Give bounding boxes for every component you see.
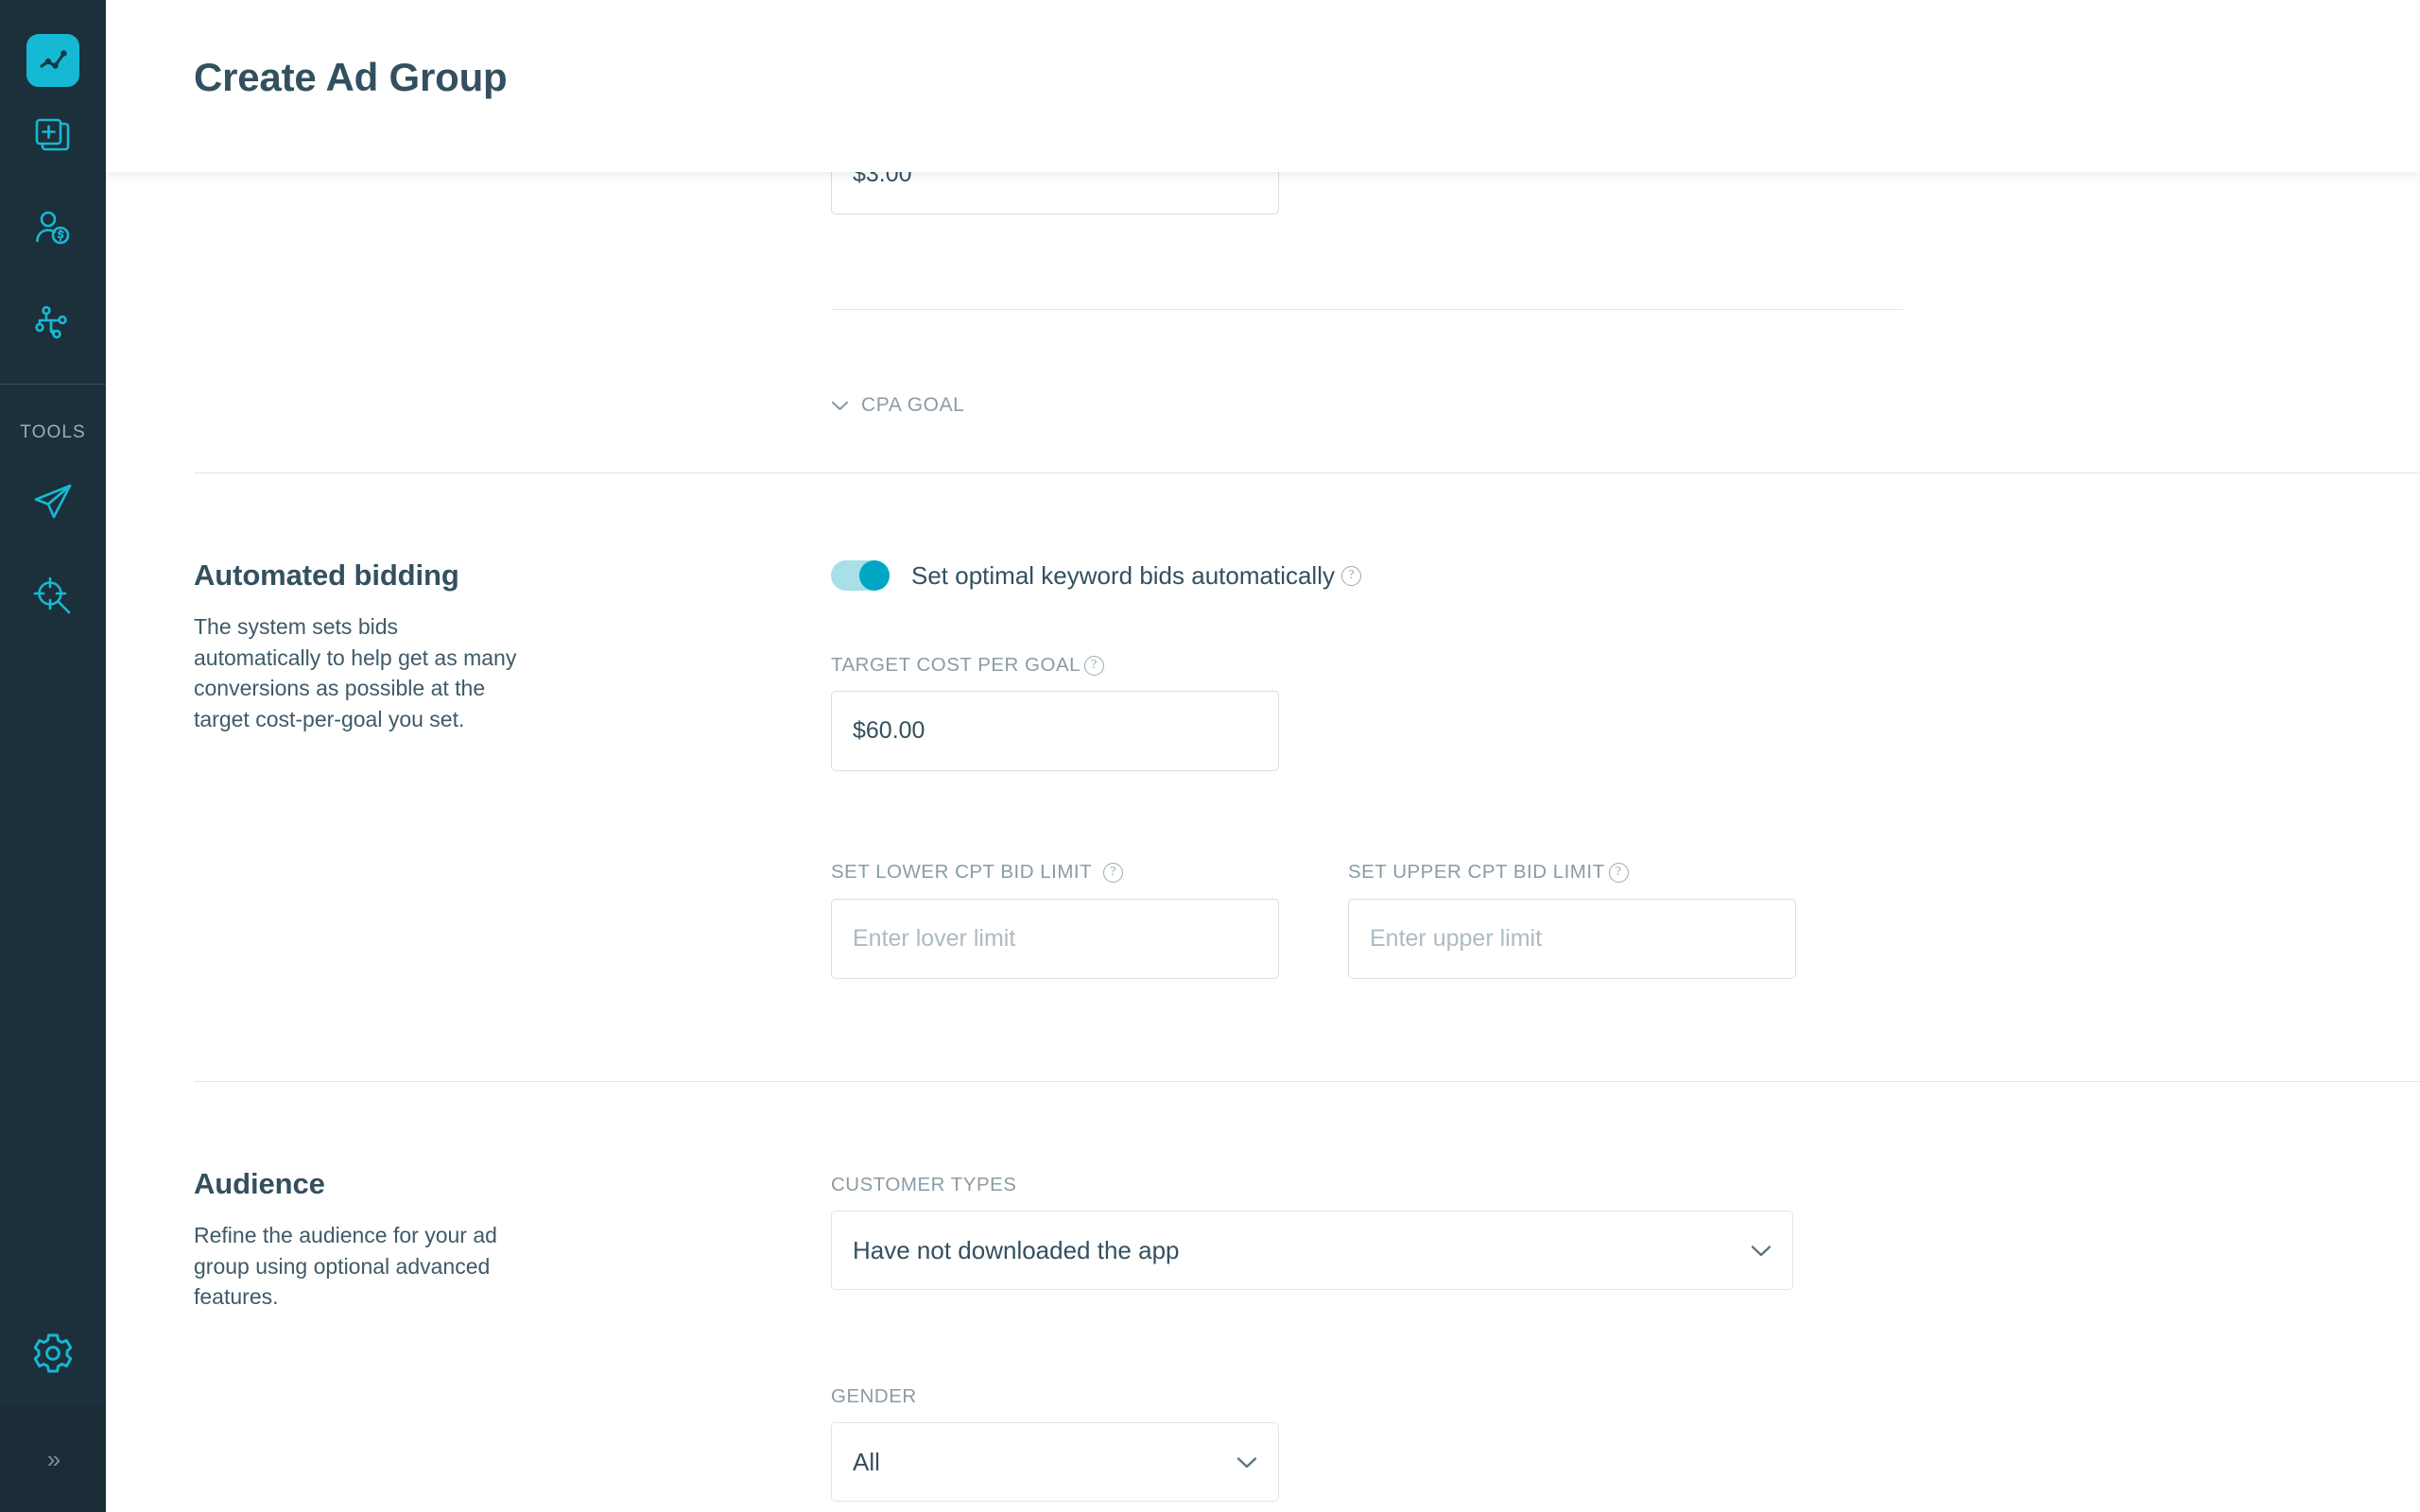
target-cost-per-goal-label: TARGET COST PER GOAL ? [831,654,1104,677]
target-cost-per-goal-input[interactable] [831,691,1279,771]
help-icon-optimal-bids[interactable]: ? [1341,566,1361,586]
automated-bidding-description: The system sets bids automatically to he… [194,611,520,735]
sidebar: TOOLS » [0,0,106,1512]
divider-above-audience [194,1081,2420,1082]
customer-types-select[interactable]: Have not downloaded the app [831,1211,1793,1290]
sidebar-item-add-campaign[interactable] [0,87,106,181]
automated-bidding-toggle-row: Set optimal keyword bids automatically ? [831,560,1361,591]
sidebar-item-structure-tree[interactable] [0,276,106,370]
sidebar-item-keyword-research[interactable] [0,549,106,644]
app-logo-button[interactable] [26,34,79,87]
analytics-logo-icon [37,44,69,77]
chevron-down-icon [1751,1245,1772,1257]
set-optimal-bids-toggle[interactable] [831,560,890,591]
sidebar-item-customer-cost[interactable] [0,181,106,276]
sidebar-divider [0,384,106,385]
paper-plane-icon [30,479,76,524]
page-title: Create Ad Group [194,55,507,100]
bid-amount-input[interactable] [831,172,1279,215]
structure-tree-icon [30,301,76,346]
sidebar-item-send[interactable] [0,455,106,549]
section-audience: Audience Refine the audience for your ad… [194,1167,572,1313]
divider-above-automated-bidding [194,472,2420,473]
audience-title: Audience [194,1167,572,1201]
lower-limit-label-text: SET LOWER CPT BID LIMIT [831,861,1092,884]
cpa-goal-collapsible[interactable]: CPA GOAL [831,394,964,417]
help-icon-target-cost[interactable]: ? [1084,656,1104,676]
section-automated-bidding: Automated bidding The system sets bids a… [194,558,572,735]
customer-types-label: CUSTOMER TYPES [831,1174,1016,1196]
customer-types-label-text: CUSTOMER TYPES [831,1174,1016,1196]
gender-select[interactable]: All [831,1422,1279,1502]
target-cost-label-text: TARGET COST PER GOAL [831,654,1080,677]
gender-label: GENDER [831,1385,917,1408]
lower-cpt-bid-limit-input[interactable] [831,899,1279,979]
lower-cpt-bid-limit-label: SET LOWER CPT BID LIMIT ? [831,861,1123,884]
upper-cpt-bid-limit-label: SET UPPER CPT BID LIMIT ? [1348,861,1629,884]
help-icon-lower-limit[interactable]: ? [1103,863,1123,883]
gender-value: All [853,1448,1236,1477]
gear-icon [29,1330,77,1377]
upper-limit-label-text: SET UPPER CPT BID LIMIT [1348,861,1605,884]
sidebar-section-label: TOOLS [20,422,86,443]
add-campaign-icon [30,112,76,157]
automated-bidding-title: Automated bidding [194,558,572,593]
toggle-label-text: Set optimal keyword bids automatically [911,561,1335,591]
customer-types-value: Have not downloaded the app [853,1236,1751,1265]
divider-above-cpa-goal [831,309,1903,310]
target-search-icon [30,574,76,619]
expand-sidebar-button[interactable]: » [0,1406,106,1512]
set-optimal-bids-label: Set optimal keyword bids automatically ? [911,561,1361,591]
upper-cpt-bid-limit-input[interactable] [1348,899,1796,979]
help-icon-upper-limit[interactable]: ? [1609,863,1629,883]
toggle-knob [859,560,890,591]
chevron-down-icon [831,400,849,411]
chevron-down-icon [1236,1456,1257,1469]
page-header: Create Ad Group [106,0,2420,172]
gender-label-text: GENDER [831,1385,917,1408]
customer-cost-icon [30,206,76,251]
main-content: CPA GOAL Automated bidding The system se… [106,172,2420,1512]
audience-description: Refine the audience for your ad group us… [194,1220,520,1313]
sidebar-item-settings[interactable] [0,1300,106,1406]
cpa-goal-label: CPA GOAL [861,394,964,417]
